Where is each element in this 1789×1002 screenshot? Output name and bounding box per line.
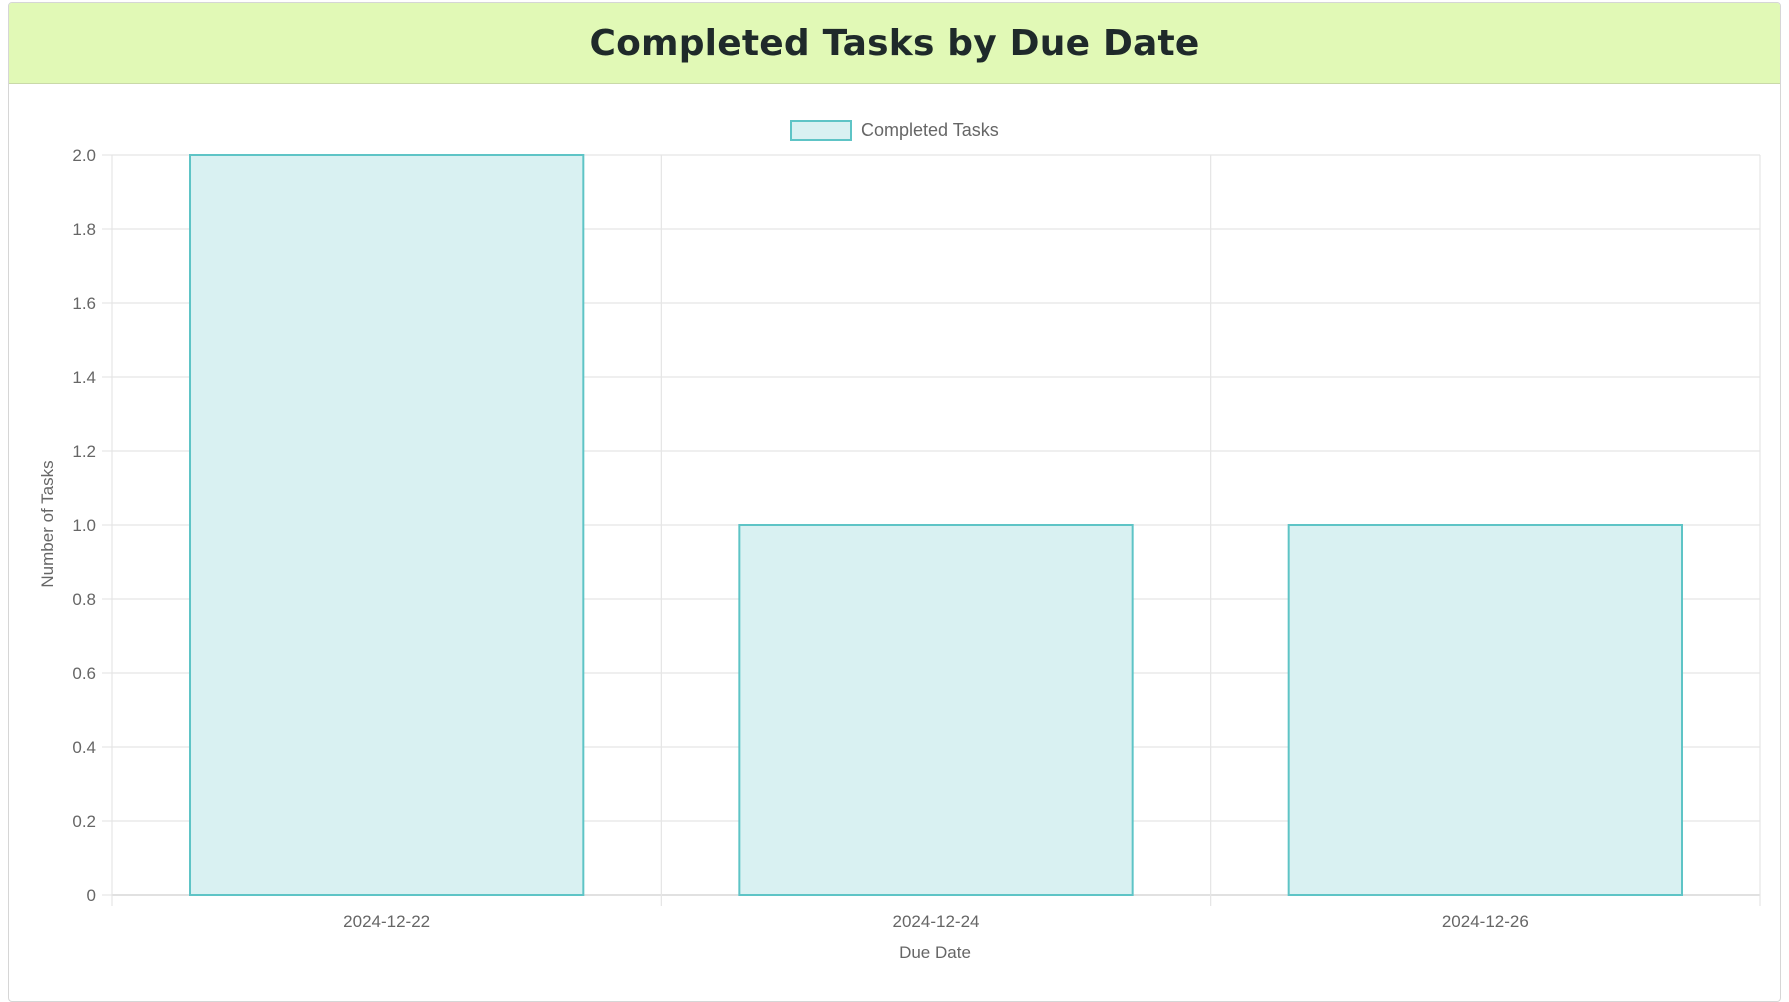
y-tick-label: 0.2 bbox=[72, 812, 96, 831]
y-tick-label: 0.4 bbox=[72, 738, 96, 757]
bar-2024-12-22[interactable] bbox=[189, 154, 585, 896]
y-tick-label: 1.2 bbox=[72, 442, 96, 461]
legend[interactable]: Completed Tasks bbox=[790, 120, 999, 141]
y-tick-label: 1.8 bbox=[72, 220, 96, 239]
bar-chart: 0 0.2 0.4 0.6 0.8 1.0 1.2 1.4 1.6 1.8 2.0 2024-12-2… bbox=[38, 120, 1761, 962]
x-tick-label: 2024-12-26 bbox=[1442, 912, 1529, 931]
bar-2024-12-24[interactable] bbox=[738, 524, 1134, 896]
y-tick-label: 0 bbox=[87, 886, 96, 905]
x-tick-label: 2024-12-22 bbox=[343, 912, 430, 931]
y-tick-label: 1.4 bbox=[72, 368, 96, 387]
y-tick-label: 2.0 bbox=[72, 146, 96, 165]
y-axis-title: Number of Tasks bbox=[38, 460, 57, 587]
legend-swatch[interactable] bbox=[790, 120, 852, 141]
y-tick-label: 0.6 bbox=[72, 664, 96, 683]
y-tick-label: 0.8 bbox=[72, 590, 96, 609]
x-axis-title: Due Date bbox=[899, 943, 971, 962]
y-tick-label: 1.0 bbox=[72, 516, 96, 535]
bars bbox=[189, 154, 1683, 896]
bar-2024-12-26[interactable] bbox=[1287, 524, 1683, 896]
y-tick-label: 1.6 bbox=[72, 294, 96, 313]
x-tick-label: 2024-12-24 bbox=[893, 912, 980, 931]
legend-label[interactable]: Completed Tasks bbox=[861, 120, 999, 140]
